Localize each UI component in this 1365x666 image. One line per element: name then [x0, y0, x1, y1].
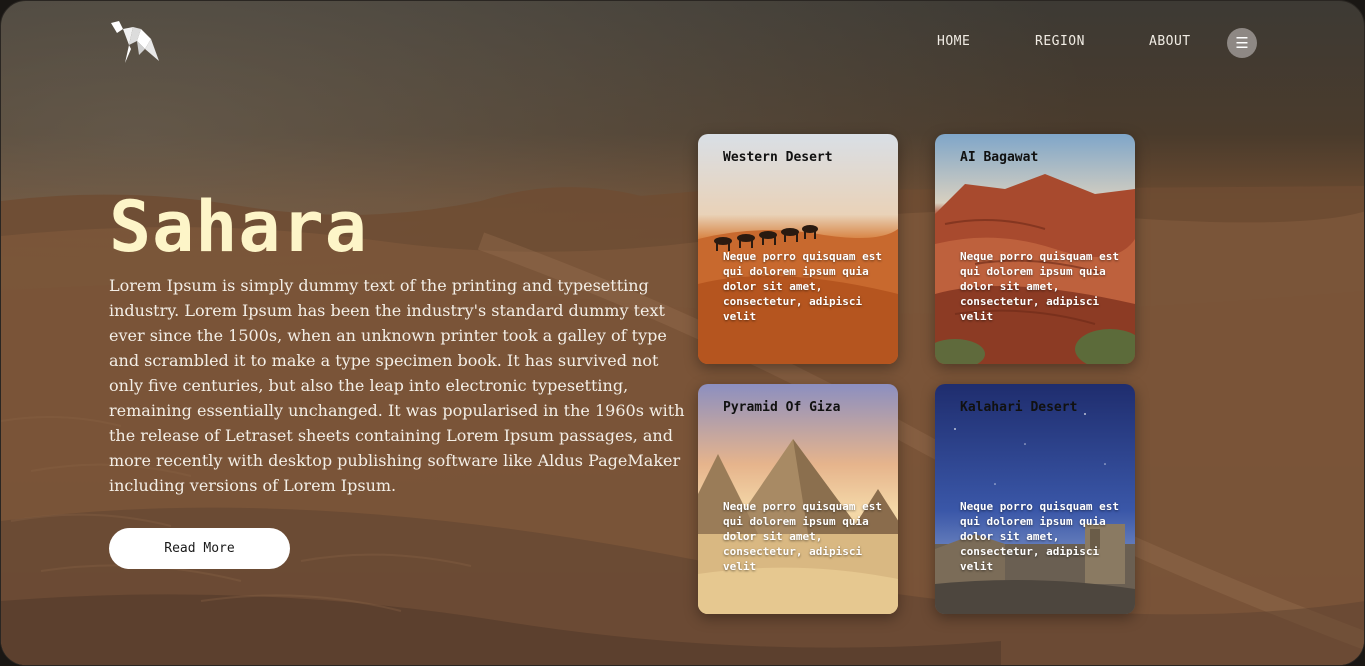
card-title: Kalahari Desert [960, 400, 1078, 415]
card-pyramid-of-giza[interactable]: Pyramid Of Giza Neque porro quisquam est… [698, 384, 898, 614]
menu-button[interactable]: ☰ [1227, 28, 1257, 58]
nav-about[interactable]: ABOUT [1149, 34, 1191, 52]
card-western-desert[interactable]: Western Desert Neque porro quisquam est … [698, 134, 898, 364]
card-title: Western Desert [723, 150, 833, 165]
hero-description: Lorem Ipsum is simply dummy text of the … [109, 276, 685, 495]
card-kalahari-desert[interactable]: Kalahari Desert Neque porro quisquam est… [935, 384, 1135, 614]
card-ai-bagawat[interactable]: AI Bagawat Neque porro quisquam est qui … [935, 134, 1135, 364]
card-text: Neque porro quisquam est qui dolorem ips… [960, 250, 1119, 323]
origami-horse-logo[interactable] [109, 19, 161, 65]
nav-region[interactable]: REGION [1035, 34, 1085, 52]
hamburger-icon: ☰ [1235, 34, 1249, 52]
card-title: AI Bagawat [960, 150, 1039, 165]
nav-home[interactable]: HOME [937, 34, 970, 52]
card-text: Neque porro quisquam est qui dolorem ips… [723, 250, 882, 323]
read-more-button[interactable]: Read More [109, 528, 290, 569]
card-text: Neque porro quisquam est qui dolorem ips… [960, 500, 1119, 573]
card-title: Pyramid Of Giza [723, 400, 841, 415]
page-title: Sahara [109, 186, 368, 268]
page-frame: HOME REGION ABOUT ☰ Sahara Lorem Ipsum i… [0, 0, 1365, 666]
card-text: Neque porro quisquam est qui dolorem ips… [723, 500, 882, 573]
